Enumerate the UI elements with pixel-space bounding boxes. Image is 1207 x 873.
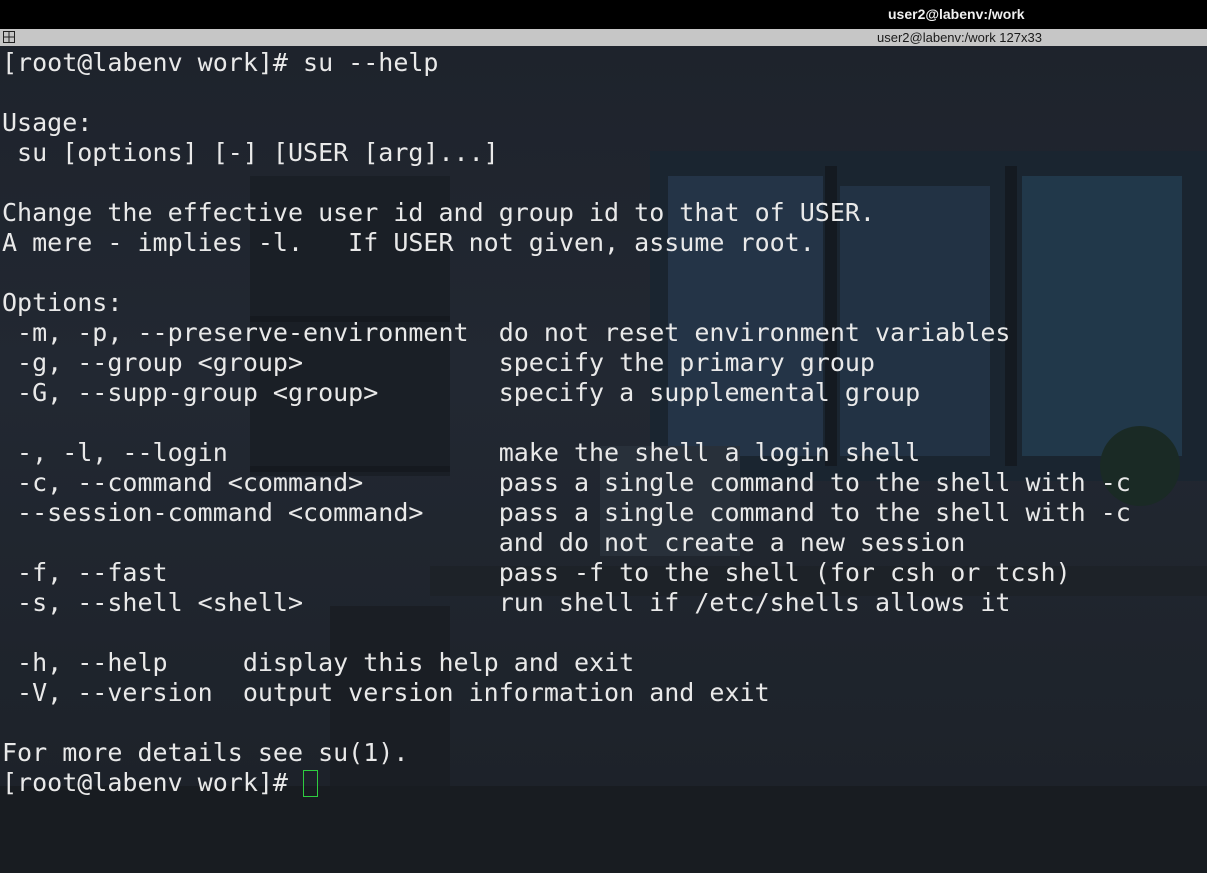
terminal-line: [root@labenv work]# su --help: [2, 48, 439, 77]
terminal-window: user2@labenv:/work user2@labenv:/work 12…: [0, 0, 1207, 873]
terminal-line: Change the effective user id and group i…: [2, 198, 875, 227]
terminal-line: -g, --group <group> specify the primary …: [2, 348, 875, 377]
terminal-line: -s, --shell <shell> run shell if /etc/sh…: [2, 588, 1011, 617]
terminal-size-label: user2@labenv:/work 127x33: [877, 30, 1042, 45]
text-cursor[interactable]: [303, 770, 319, 797]
terminal-output: [root@labenv work]# su --help Usage: su […: [2, 48, 1131, 798]
terminal-line: and do not create a new session: [2, 528, 966, 557]
terminal-area[interactable]: [root@labenv work]# su --help Usage: su […: [0, 46, 1207, 873]
terminal-line: Usage:: [2, 108, 93, 137]
terminal-line: -f, --fast pass -f to the shell (for csh…: [2, 558, 1071, 587]
terminal-line: -h, --help display this help and exit: [2, 648, 635, 677]
window-title: user2@labenv:/work: [888, 6, 1025, 22]
prompt-line[interactable]: [root@labenv work]#: [2, 768, 1131, 798]
terminal-line: -V, --version output version information…: [2, 678, 770, 707]
terminal-line: --session-command <command> pass a singl…: [2, 498, 1131, 527]
terminal-line: For more details see su(1).: [2, 738, 409, 767]
terminal-line: A mere - implies -l. If USER not given, …: [2, 228, 815, 257]
terminal-line: -, -l, --login make the shell a login sh…: [2, 438, 921, 467]
terminal-line: -G, --supp-group <group> specify a suppl…: [2, 378, 921, 407]
terminal-info-bar: user2@labenv:/work 127x33: [0, 29, 1207, 46]
terminal-line: su [options] [-] [USER [arg]...]: [2, 138, 499, 167]
title-bar[interactable]: user2@labenv:/work: [0, 0, 1207, 29]
grid-layout-icon[interactable]: [3, 31, 15, 43]
terminal-line: -m, -p, --preserve-environment do not re…: [2, 318, 1011, 347]
terminal-line: Options:: [2, 288, 123, 317]
terminal-line: -c, --command <command> pass a single co…: [2, 468, 1131, 497]
shell-prompt: [root@labenv work]#: [2, 768, 304, 797]
